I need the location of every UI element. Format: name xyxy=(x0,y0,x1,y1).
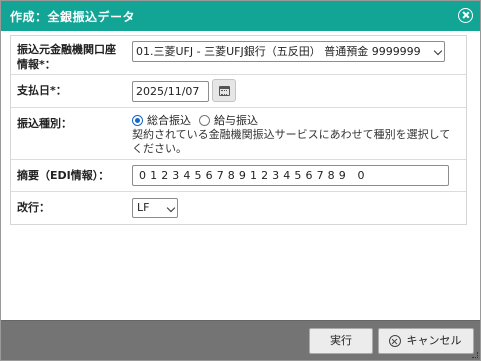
radio-kyuyo-furikomi[interactable] xyxy=(199,115,210,126)
radio-kyuyo-label[interactable]: 給与振込 xyxy=(214,114,258,128)
create-zengin-transfer-dialog: 作成：全銀振込データ 振込元金融機関口座 情報*： 01.三菱UFJ - 三菱U… xyxy=(0,0,481,361)
dialog-footer: 実行 キャンセル xyxy=(1,320,480,360)
row-account: 振込元金融機関口座 情報*： 01.三菱UFJ - 三菱UFJ銀行（五反田） 普… xyxy=(11,36,466,75)
dialog-title: 作成：全銀振込データ xyxy=(10,10,136,24)
newline-select[interactable]: LF xyxy=(132,198,178,218)
calendar-icon xyxy=(219,86,230,96)
cancel-icon xyxy=(389,335,401,347)
run-button[interactable]: 実行 xyxy=(309,328,373,354)
close-icon[interactable] xyxy=(458,8,473,23)
cancel-button[interactable]: キャンセル xyxy=(378,328,474,354)
row-newline: 改行： LF xyxy=(11,192,466,225)
chevron-down-icon xyxy=(166,203,176,213)
transfer-form: 振込元金融機関口座 情報*： 01.三菱UFJ - 三菱UFJ銀行（五反田） 普… xyxy=(10,35,467,225)
radio-sogo-label[interactable]: 総合振込 xyxy=(147,114,191,128)
transfer-type-note: 契約されている金融機関振込サービスにあわせて種別を選択してください。 xyxy=(132,128,451,155)
row-payment-date: 支払日*： 2025/11/07 xyxy=(11,75,466,108)
newline-label: 改行： xyxy=(17,201,50,214)
payment-date-label: 支払日*： xyxy=(17,84,67,97)
transfer-type-label: 振込種別： xyxy=(17,117,72,130)
row-edi: 摘要（EDI情報）： 0123456789123456789 0 xyxy=(11,160,466,192)
dialog-titlebar: 作成：全銀振込データ xyxy=(1,1,480,31)
account-label: 振込元金融機関口座 情報*： xyxy=(17,43,116,71)
row-transfer-type: 振込種別： 総合振込 給与振込 契約されている金融機関振込サービスにあわせて種別… xyxy=(11,108,466,160)
resize-grip-icon[interactable] xyxy=(472,352,478,358)
account-select[interactable]: 01.三菱UFJ - 三菱UFJ銀行（五反田） 普通預金 9999999 xyxy=(132,41,445,62)
radio-sogo-furikomi[interactable] xyxy=(132,115,143,126)
payment-date-input[interactable]: 2025/11/07 xyxy=(132,81,209,102)
calendar-button[interactable] xyxy=(212,79,236,102)
edi-label: 摘要（EDI情報）： xyxy=(17,169,110,182)
edi-input[interactable]: 0123456789123456789 0 xyxy=(132,165,449,186)
chevron-down-icon xyxy=(433,46,443,56)
